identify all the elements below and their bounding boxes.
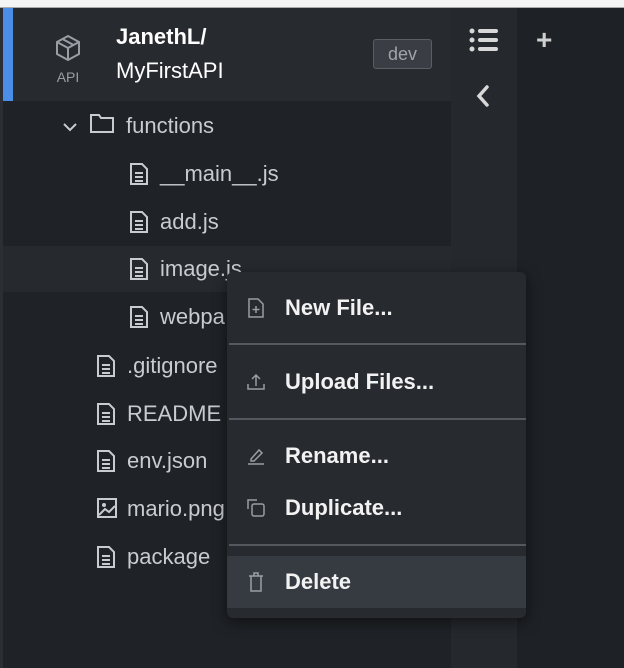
add-icon[interactable]: + [536, 24, 552, 56]
tree-file[interactable]: package [97, 534, 210, 580]
duplicate-icon [227, 499, 285, 517]
tree-item-label: env.json [127, 448, 208, 473]
tree-file[interactable]: __main__.js [130, 151, 279, 197]
api-label: API [56, 69, 80, 85]
file-icon [97, 450, 115, 472]
tree-item-label: add.js [160, 209, 219, 234]
menu-divider [229, 544, 526, 546]
image-file-icon [97, 498, 117, 520]
tree-item-label: functions [126, 113, 215, 138]
menu-item-label: Rename... [285, 443, 389, 468]
environment-badge[interactable]: dev [373, 39, 432, 69]
pencil-icon [227, 447, 285, 465]
menu-item-delete[interactable]: Delete [227, 556, 526, 608]
menu-item-label: Delete [285, 569, 352, 594]
menu-item-label: Duplicate... [285, 495, 403, 520]
list-icon[interactable] [469, 28, 499, 59]
menu-item-label: New File... [285, 295, 393, 320]
collapse-chevron-icon[interactable] [475, 84, 491, 115]
new-file-icon [227, 298, 285, 318]
menu-item-duplicate[interactable]: Duplicate... [227, 483, 526, 533]
tree-item-label: mario.png [127, 496, 225, 521]
folder-icon [90, 113, 114, 139]
tree-item-label: README [127, 401, 222, 426]
menu-divider [229, 343, 526, 345]
tree-file[interactable]: mario.png [97, 486, 225, 532]
menu-item-upload-files[interactable]: Upload Files... [227, 357, 526, 407]
menu-divider [229, 418, 526, 420]
project-title: JanethL/ MyFirstAPI [116, 20, 224, 88]
trash-icon [227, 572, 285, 592]
tree-item-label: webpa [160, 304, 225, 329]
active-indicator [3, 8, 13, 101]
tree-file[interactable]: .gitignore [97, 343, 218, 389]
tree-item-label: package [127, 544, 211, 569]
context-menu: New File... Upload Files... Rename... Du… [227, 272, 526, 618]
upload-icon [227, 373, 285, 391]
file-icon [130, 306, 148, 328]
tree-item-label: __main__.js [160, 161, 279, 186]
menu-item-rename[interactable]: Rename... [227, 431, 526, 481]
tree-item-label: .gitignore [127, 353, 218, 378]
chevron-down-icon [62, 113, 78, 139]
file-icon [97, 546, 115, 568]
api-package-icon: API [52, 34, 84, 85]
tree-file[interactable]: webpa [130, 294, 225, 340]
menu-item-new-file[interactable]: New File... [227, 283, 526, 333]
file-icon [97, 355, 115, 377]
window-top-bar [0, 0, 624, 8]
file-icon [130, 211, 148, 233]
project-name: MyFirstAPI [116, 58, 224, 83]
menu-item-label: Upload Files... [285, 369, 435, 394]
tree-file[interactable]: add.js [130, 199, 219, 245]
tree-file[interactable]: env.json [97, 438, 207, 484]
file-icon [97, 403, 115, 425]
tree-folder-functions[interactable]: functions [62, 103, 214, 149]
project-owner: JanethL/ [116, 24, 207, 49]
tree-file[interactable]: README [97, 391, 221, 437]
file-icon [130, 163, 148, 185]
file-icon [130, 258, 148, 280]
